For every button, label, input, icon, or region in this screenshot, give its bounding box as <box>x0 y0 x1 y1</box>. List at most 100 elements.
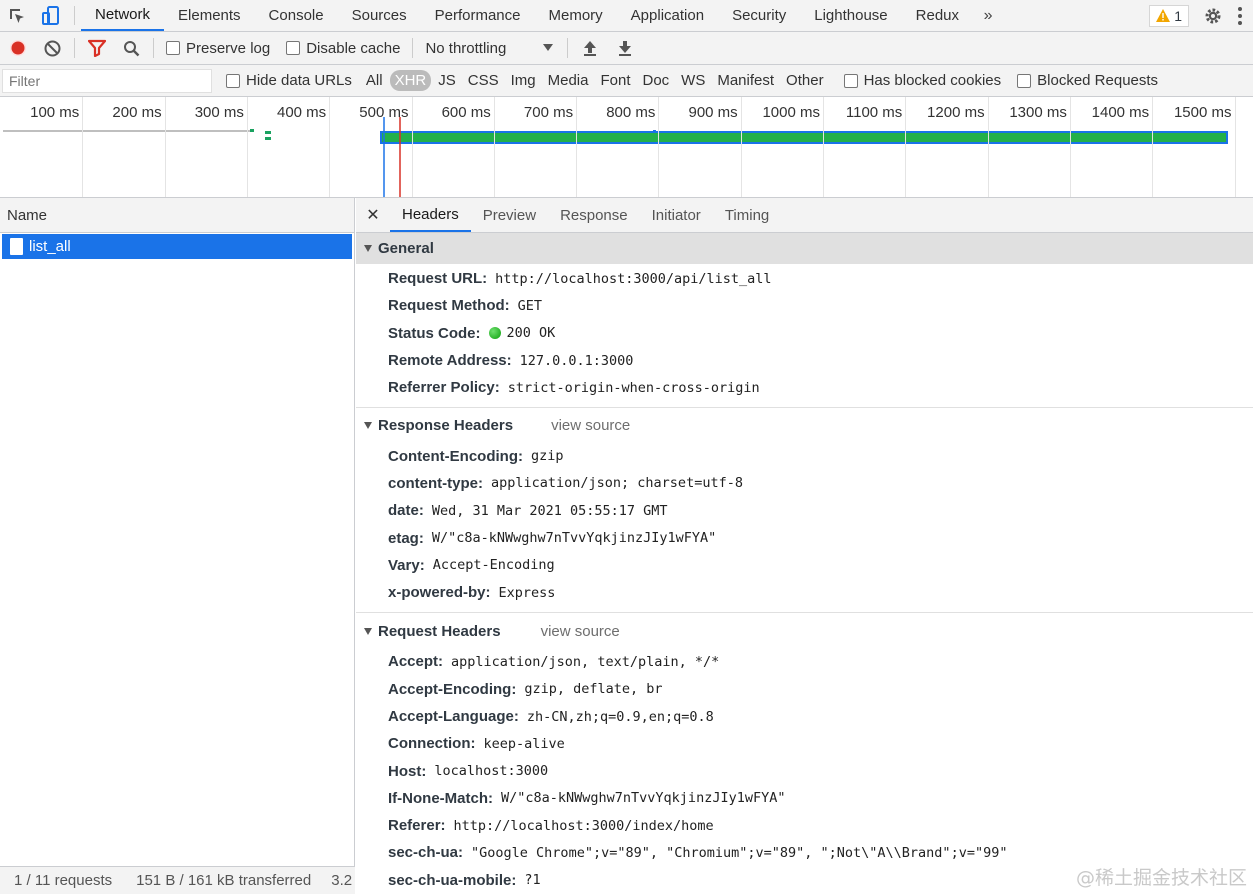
watermark-text: @稀土掘金技术社区 <box>1075 867 1247 889</box>
header-row: content-type: application/json; charset=u… <box>356 470 1253 497</box>
filter-type-ws[interactable]: WS <box>676 70 710 91</box>
request-view-source-link[interactable]: view source <box>541 623 620 640</box>
dropdown-caret-icon <box>543 44 554 51</box>
device-toolbar-icon[interactable] <box>34 0 68 31</box>
divider <box>356 612 1253 614</box>
preserve-log-label: Preserve log <box>186 39 271 57</box>
timeline-tick-label: 600 ms <box>441 104 491 121</box>
checkbox-box <box>843 73 858 88</box>
tab-timing[interactable]: Timing <box>713 198 781 232</box>
filter-type-doc[interactable]: Doc <box>637 70 674 91</box>
checkbox-box <box>166 41 180 55</box>
general-section-header[interactable]: General <box>356 233 1253 264</box>
header-row: Content-Encoding: gzip <box>356 442 1253 469</box>
filter-type-xhr[interactable]: XHR <box>389 70 432 91</box>
header-row: Referer: http://localhost:3000/index/home <box>356 812 1253 839</box>
header-name: Vary: <box>388 556 425 574</box>
header-row: If-None-Match: W/"c8a-kNWwghw7nTvvYqkjinz… <box>356 785 1253 812</box>
request-headers-title: Request Headers <box>378 623 501 641</box>
timeline-overview[interactable]: 100 ms 200 ms 300 ms 400 ms 500 ms 600 ms 700 … <box>0 97 1253 198</box>
name-column-header[interactable]: Name <box>0 198 354 233</box>
clear-icon <box>44 40 61 56</box>
tab-elements[interactable]: Elements <box>164 0 255 31</box>
search-button[interactable] <box>114 32 149 65</box>
tab-network[interactable]: Network <box>81 0 165 31</box>
header-name: Content-Encoding: <box>388 447 523 465</box>
request-header-rows: Accept: application/json, text/plain, */*… <box>356 647 1253 894</box>
filter-type-manifest[interactable]: Manifest <box>712 70 779 91</box>
header-value: application/json; charset=utf-8 <box>491 475 743 492</box>
throttling-select[interactable]: No throttling <box>425 40 554 57</box>
tab-application[interactable]: Application <box>617 0 718 31</box>
filter-type-font[interactable]: Font <box>595 70 635 91</box>
tab-security[interactable]: Security <box>718 0 800 31</box>
tab-response[interactable]: Response <box>548 198 640 232</box>
header-name: Accept: <box>388 653 444 671</box>
response-view-source-link[interactable]: view source <box>551 417 630 434</box>
filter-type-media[interactable]: Media <box>543 70 594 91</box>
download-icon <box>618 41 631 56</box>
header-value: 200 OK <box>506 325 556 342</box>
header-name: Host: <box>388 762 427 780</box>
resources-size: 3.2 <box>331 872 353 889</box>
tab-performance[interactable]: Performance <box>421 0 535 31</box>
header-row: Connection: keep-alive <box>356 730 1253 757</box>
filter-button[interactable] <box>79 32 114 65</box>
header-name: If-None-Match: <box>388 789 493 807</box>
hide-data-urls-checkbox[interactable]: Hide data URLs <box>226 72 352 89</box>
divider <box>412 38 414 58</box>
more-tabs-icon[interactable]: » <box>973 0 1003 31</box>
settings-gear-icon[interactable] <box>1199 7 1227 25</box>
network-status-bar: 1 / 11 requests 151 B / 161 kB transferr… <box>0 866 355 894</box>
request-headers-section-header[interactable]: Request Headers view source <box>356 616 1253 647</box>
warnings-badge[interactable]: 1 <box>1149 4 1189 27</box>
header-name: content-type: <box>388 474 483 492</box>
filter-type-other[interactable]: Other <box>781 70 829 91</box>
tab-lighthouse[interactable]: Lighthouse <box>800 0 901 31</box>
header-name: Referrer Policy: <box>388 379 500 397</box>
customize-menu-icon[interactable] <box>1227 6 1253 25</box>
timeline-tick-label: 800 ms <box>606 104 656 121</box>
expand-triangle-icon <box>364 422 372 430</box>
import-har-button[interactable] <box>572 32 607 65</box>
header-value: "Google Chrome";v="89", "Chromium";v="89… <box>471 844 1008 861</box>
filter-input[interactable] <box>2 68 212 93</box>
header-value: W/"c8a-kNWwghw7nTvvYqkjinzJIy1wFYA" <box>501 790 786 807</box>
has-blocked-cookies-checkbox[interactable]: Has blocked cookies <box>843 72 1001 89</box>
request-row[interactable]: list_all <box>2 234 352 259</box>
blocked-requests-checkbox[interactable]: Blocked Requests <box>1017 72 1158 89</box>
inspect-element-icon[interactable] <box>0 0 34 31</box>
tab-memory[interactable]: Memory <box>535 0 617 31</box>
filter-funnel-icon <box>87 39 106 57</box>
tab-initiator[interactable]: Initiator <box>640 198 713 232</box>
header-row: Request Method: GET <box>356 292 1253 319</box>
tab-preview[interactable]: Preview <box>471 198 548 232</box>
response-headers-section-header[interactable]: Response Headers view source <box>356 410 1253 441</box>
general-rows: Request URL: http://localhost:3000/api/li… <box>356 264 1253 401</box>
disable-cache-label: Disable cache <box>306 39 401 57</box>
tab-headers[interactable]: Headers <box>390 198 471 232</box>
record-icon <box>9 40 26 56</box>
clear-button[interactable] <box>35 32 70 65</box>
tab-redux[interactable]: Redux <box>902 0 973 31</box>
timeline-gridline <box>1234 97 1236 197</box>
filter-type-all[interactable]: All <box>361 70 388 91</box>
close-icon[interactable]: ✕ <box>356 198 390 232</box>
header-value: application/json, text/plain, */* <box>451 653 720 670</box>
header-value: Wed, 31 Mar 2021 05:55:17 GMT <box>431 502 668 519</box>
request-list-pane: Name list_all 1 / 11 requests 151 B / 16… <box>0 198 355 894</box>
header-row: Accept: application/json, text/plain, */* <box>356 648 1253 675</box>
warning-count: 1 <box>1174 7 1182 24</box>
timeline-tick-label: 500 ms <box>359 104 409 121</box>
tab-sources[interactable]: Sources <box>338 0 421 31</box>
header-row: Remote Address: 127.0.0.1:3000 <box>356 347 1253 374</box>
tab-console[interactable]: Console <box>255 0 338 31</box>
disable-cache-checkbox[interactable]: Disable cache <box>286 40 400 57</box>
preserve-log-checkbox[interactable]: Preserve log <box>166 40 270 57</box>
filter-type-js[interactable]: JS <box>433 70 461 91</box>
header-value: keep-alive <box>483 735 565 752</box>
filter-type-img[interactable]: Img <box>506 70 541 91</box>
export-har-button[interactable] <box>607 32 642 65</box>
record-button[interactable] <box>0 32 35 65</box>
filter-type-css[interactable]: CSS <box>463 70 504 91</box>
